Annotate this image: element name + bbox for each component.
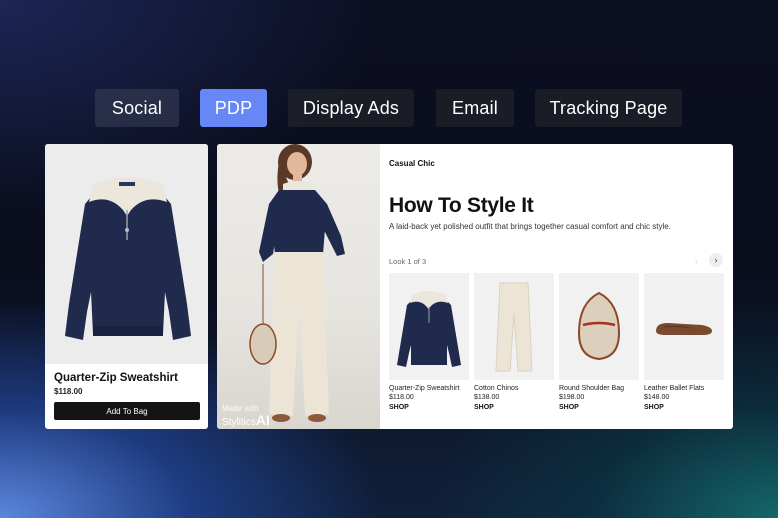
item-image-flats[interactable] xyxy=(644,273,724,380)
shop-link[interactable]: SHOP xyxy=(474,404,494,411)
item-price: $198.00 xyxy=(559,394,585,401)
item-image-bag[interactable] xyxy=(559,273,639,380)
tab-tracking-page[interactable]: Tracking Page xyxy=(535,89,682,127)
product-image xyxy=(45,144,208,364)
outfit-eyebrow: Casual Chic xyxy=(389,159,435,168)
next-look-icon[interactable]: › xyxy=(709,253,723,267)
look-counter: Look 1 of 3 xyxy=(389,257,427,266)
prev-look-icon[interactable]: ‹ xyxy=(695,256,698,266)
outfit-title: How To Style It xyxy=(389,194,534,217)
sweatshirt-image xyxy=(65,177,191,340)
shop-link[interactable]: SHOP xyxy=(389,404,409,411)
outfit-item[interactable]: Round Shoulder Bag $198.00 SHOP xyxy=(559,273,639,411)
tab-display-ads[interactable]: Display Ads xyxy=(288,89,414,127)
watermark-suffix: AI xyxy=(255,412,270,428)
channel-tabs: Social PDP Display Ads Email Tracking Pa… xyxy=(0,89,778,127)
tab-email[interactable]: Email xyxy=(436,89,514,127)
outfit-item[interactable]: Quarter-Zip Sweatshirt $118.00 SHOP xyxy=(389,273,469,411)
watermark-brand: Stylitics xyxy=(222,417,256,428)
model-image: Made with StyliticsAI xyxy=(217,144,380,429)
item-name: Leather Ballet Flats xyxy=(644,385,705,392)
made-with-watermark: Made with StyliticsAI xyxy=(222,405,270,428)
item-price: $138.00 xyxy=(474,394,500,401)
item-name: Round Shoulder Bag xyxy=(559,385,624,392)
item-price: $148.00 xyxy=(644,394,670,401)
item-image-chinos[interactable] xyxy=(474,273,554,380)
item-name: Quarter-Zip Sweatshirt xyxy=(389,385,460,392)
item-name: Cotton Chinos xyxy=(474,385,519,392)
product-name: Quarter-Zip Sweatshirt xyxy=(54,372,178,384)
outfit-description: A laid-back yet polished outfit that bri… xyxy=(389,222,671,231)
shop-link[interactable]: SHOP xyxy=(644,404,664,411)
product-price: $118.00 xyxy=(54,387,83,396)
add-to-bag-button[interactable]: Add To Bag xyxy=(54,402,200,420)
style-it-card: Made with StyliticsAI Casual Chic How To… xyxy=(217,144,733,429)
tab-social[interactable]: Social xyxy=(95,89,179,127)
item-image-sweatshirt[interactable] xyxy=(389,273,469,380)
product-card: Quarter-Zip Sweatshirt $118.00 Add To Ba… xyxy=(45,144,208,429)
outfit-item[interactable]: Leather Ballet Flats $148.00 SHOP xyxy=(644,273,724,411)
shop-link[interactable]: SHOP xyxy=(559,404,579,411)
tab-pdp[interactable]: PDP xyxy=(200,89,267,127)
item-price: $118.00 xyxy=(389,394,414,401)
outfit-item[interactable]: Cotton Chinos $138.00 SHOP xyxy=(474,273,554,411)
model-illustration xyxy=(249,144,345,422)
